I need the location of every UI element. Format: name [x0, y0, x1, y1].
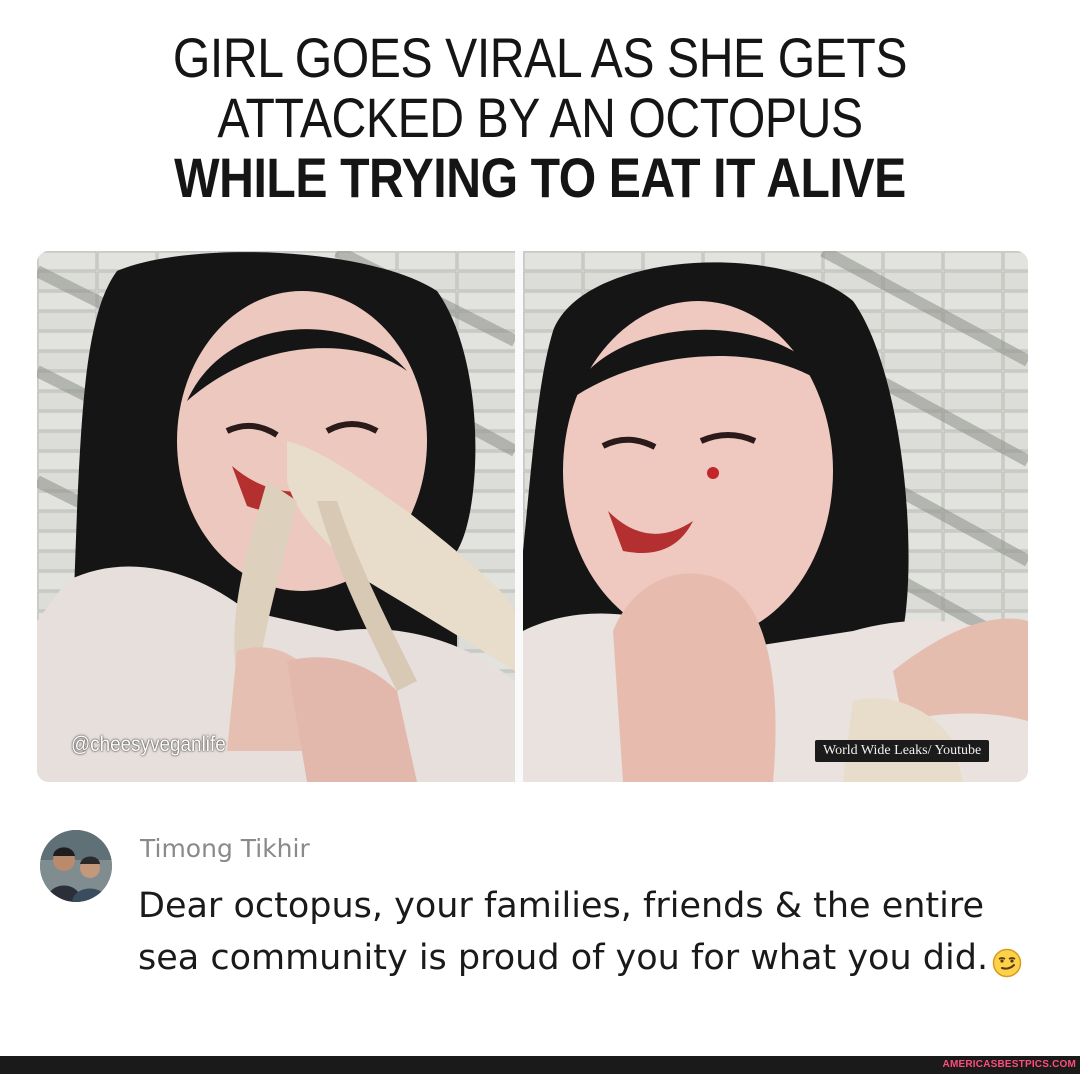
photo-right: World Wide Leaks/ Youtube: [523, 251, 1028, 782]
headline-line-1: GIRL GOES VIRAL AS SHE GETS: [172, 26, 908, 89]
photo-divider: [515, 251, 523, 782]
headline-line-2: ATTACKED BY AN OCTOPUS: [217, 86, 863, 149]
smirking-face-icon: [992, 941, 1022, 978]
watermark-cheesyveganlife: @cheesyveganlife: [71, 733, 226, 756]
avatar[interactable]: [40, 830, 112, 902]
footer-bar: AMERICASBESTPICS.COM: [0, 1056, 1080, 1074]
headline-line-3: WHILE TRYING TO EAT IT ALIVE: [174, 146, 906, 209]
comment-text: Dear octopus, your families, friends & t…: [138, 880, 1038, 984]
photo-collage: @cheesyveganlife World Wide Leaks/ Youtu…: [37, 251, 1028, 782]
headline: GIRL GOES VIRAL AS SHE GETS ATTACKED BY …: [0, 28, 1080, 208]
comment-body: Dear octopus, your families, friends & t…: [138, 886, 989, 978]
site-watermark[interactable]: AMERICASBESTPICS.COM: [943, 1059, 1076, 1070]
watermark-world-wide-leaks: World Wide Leaks/ Youtube: [815, 740, 990, 762]
photo-left: @cheesyveganlife: [37, 251, 515, 782]
commenter-name[interactable]: Timong Tikhir: [140, 834, 310, 863]
